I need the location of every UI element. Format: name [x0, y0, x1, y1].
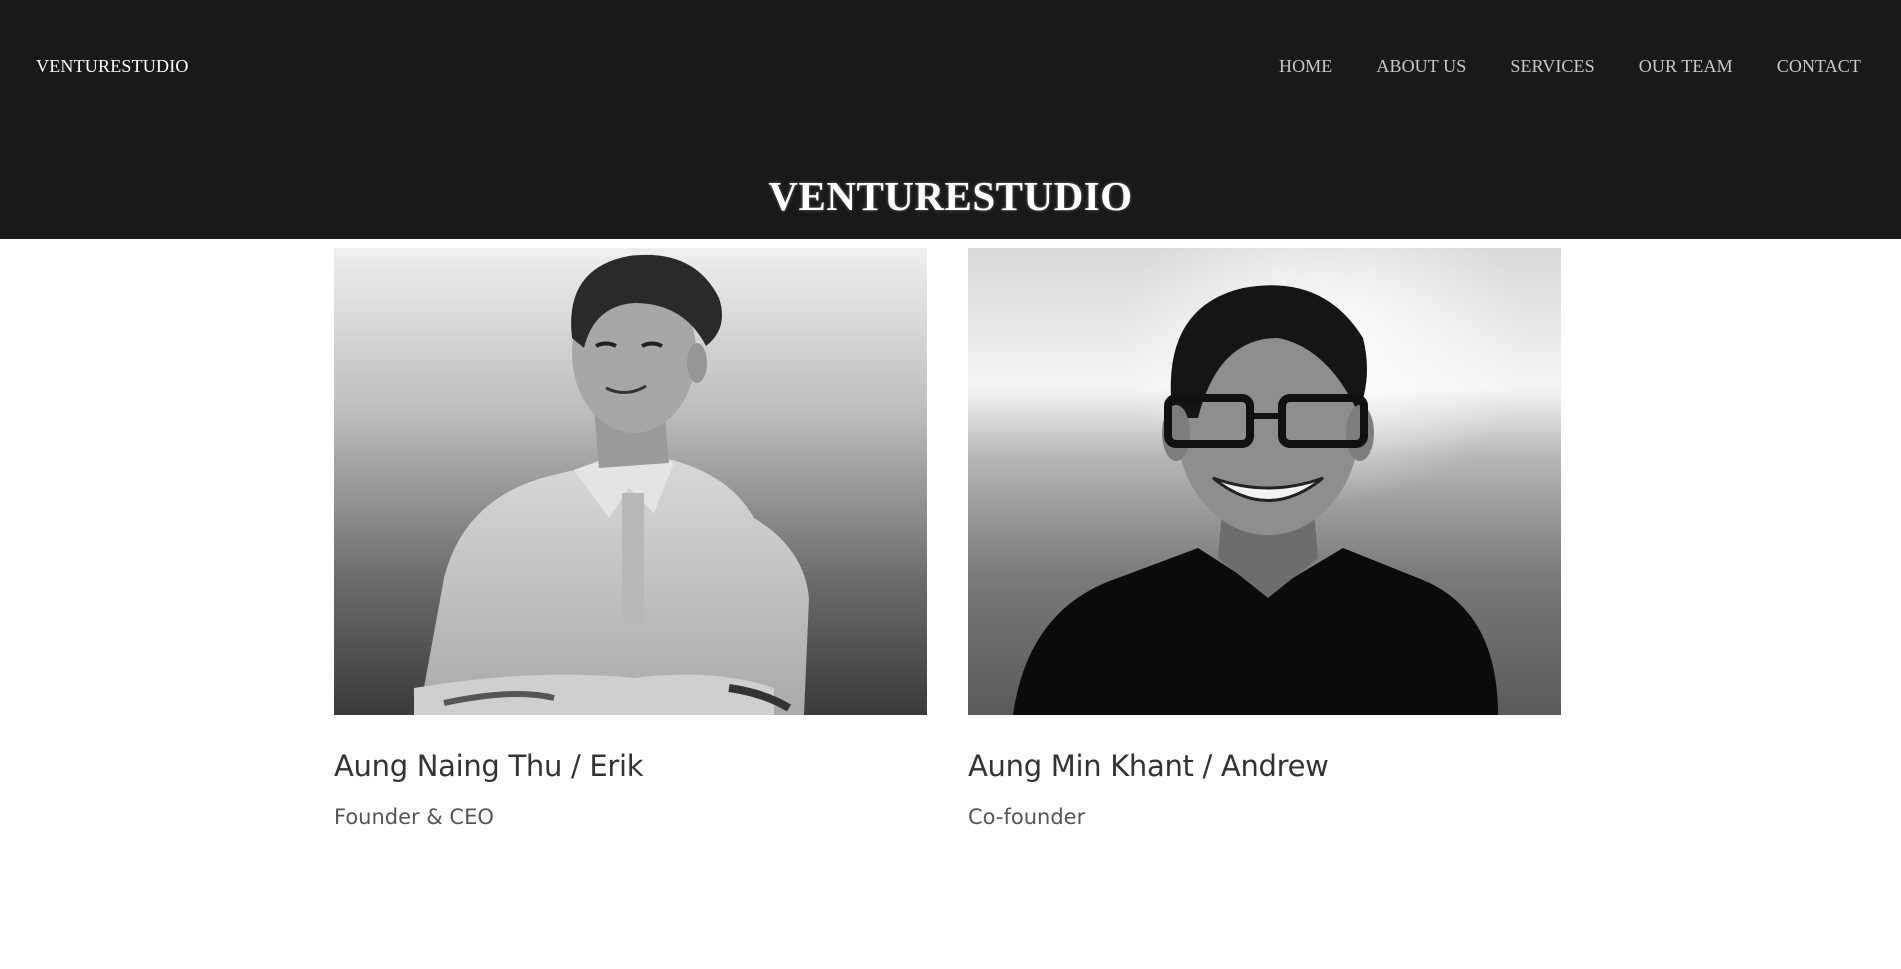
nav-link-home[interactable]: HOME	[1279, 56, 1332, 77]
site-header: VENTURESTUDIO HOME ABOUT US SERVICES OUR…	[0, 0, 1901, 239]
nav-link-contact[interactable]: CONTACT	[1777, 56, 1861, 77]
member-photo	[968, 248, 1561, 715]
nav-link-our-team[interactable]: OUR TEAM	[1639, 56, 1733, 77]
main-nav: HOME ABOUT US SERVICES OUR TEAM CONTACT	[1279, 56, 1861, 77]
member-photo	[334, 248, 927, 715]
nav-link-services[interactable]: SERVICES	[1510, 56, 1594, 77]
team-card-erik: Aung Naing Thu / Erik Founder & CEO	[334, 248, 927, 829]
member-name: Aung Min Khant / Andrew	[968, 749, 1329, 783]
member-role: Co-founder	[968, 805, 1086, 829]
hero-title: VENTURESTUDIO	[768, 173, 1133, 219]
member-name: Aung Naing Thu / Erik	[334, 749, 644, 783]
member-role: Founder & CEO	[334, 805, 494, 829]
team-card-andrew: Aung Min Khant / Andrew Co-founder	[968, 248, 1561, 829]
brand-logo[interactable]: VENTURESTUDIO	[36, 56, 189, 77]
nav-link-about-us[interactable]: ABOUT US	[1376, 56, 1466, 77]
